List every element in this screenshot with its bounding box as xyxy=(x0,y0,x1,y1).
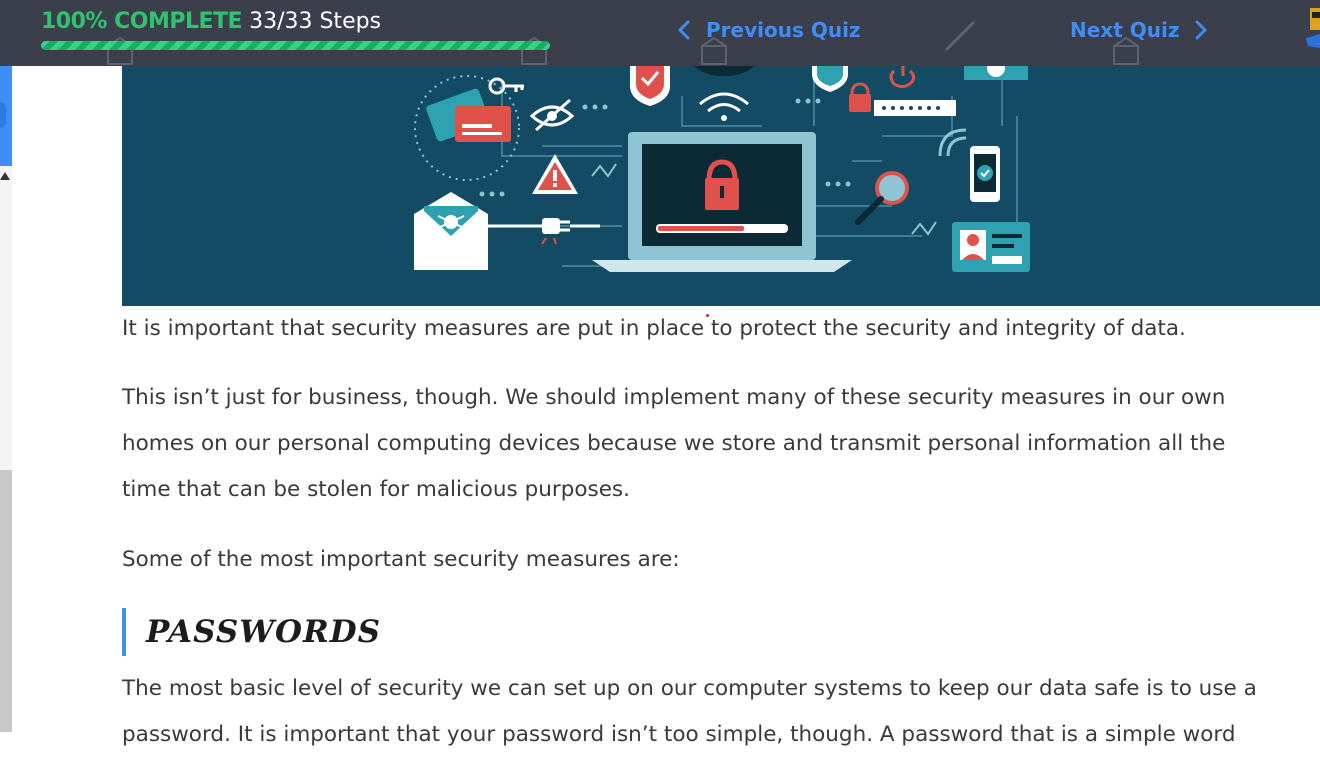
shield-icon xyxy=(812,66,848,92)
hidden-eye-icon xyxy=(529,98,575,132)
paragraph-list-intro: Some of the most important security meas… xyxy=(122,547,680,572)
caret-up-icon xyxy=(0,172,10,180)
section-heading-passwords: PASSWORDS xyxy=(122,608,381,656)
power-icon xyxy=(889,66,916,89)
sidebar-toggle-handle[interactable] xyxy=(0,102,6,128)
paragraph-line: password. It is important that your pass… xyxy=(122,722,1236,747)
paragraph-intro: It is important that security measures a… xyxy=(122,316,1186,341)
progress-fill xyxy=(41,41,550,50)
progress-steps: 33/33 Steps xyxy=(249,9,382,34)
cursor-dot xyxy=(706,314,709,317)
paragraph-line: The most basic level of security we can … xyxy=(122,676,1257,701)
illustration-svg xyxy=(414,66,1030,272)
bug-mail-icon xyxy=(414,192,488,270)
cyber-security-illustration xyxy=(122,66,1320,306)
course-progress-bar: 100% COMPLETE 33/33 Steps Previous Quiz … xyxy=(0,0,1320,66)
progress-label: 100% COMPLETE 33/33 Steps xyxy=(41,9,381,34)
progress-track xyxy=(41,41,550,50)
scrollbar-thumb[interactable] xyxy=(0,470,12,732)
phone-check-icon xyxy=(970,146,1000,202)
next-quiz-label: Next Quiz xyxy=(1070,18,1180,42)
previous-quiz-link[interactable]: Previous Quiz xyxy=(678,18,861,42)
progress-percent: 100% COMPLETE xyxy=(41,9,243,34)
warning-icon xyxy=(532,154,578,194)
next-quiz-link[interactable]: Next Quiz xyxy=(1070,18,1207,42)
shield-icon xyxy=(630,66,670,106)
password-field-icon xyxy=(874,100,956,116)
magnifier-icon xyxy=(855,171,909,225)
wifi-icon xyxy=(699,92,749,121)
plug-icon xyxy=(488,218,600,245)
paragraph-line: This isn’t just for business, though. We… xyxy=(122,385,1226,410)
site-logo-icon[interactable] xyxy=(1306,4,1320,50)
paragraph-line: time that can be stolen for malicious pu… xyxy=(122,477,630,502)
paragraph-home-security: This isn’t just for business, though. We… xyxy=(122,375,1225,513)
chevron-right-icon xyxy=(1195,20,1207,40)
id-card-icon xyxy=(952,222,1030,272)
previous-quiz-label: Previous Quiz xyxy=(706,18,861,42)
credit-card-icon xyxy=(426,88,511,142)
sidebar-toggle-tab[interactable] xyxy=(0,66,12,166)
paragraph-line: homes on our personal computing devices … xyxy=(122,431,1226,456)
key-icon xyxy=(488,77,524,95)
pen-icon xyxy=(944,20,976,52)
chevron-left-icon xyxy=(678,20,690,40)
laptop-icon xyxy=(592,132,852,272)
padlock-icon xyxy=(849,82,871,112)
